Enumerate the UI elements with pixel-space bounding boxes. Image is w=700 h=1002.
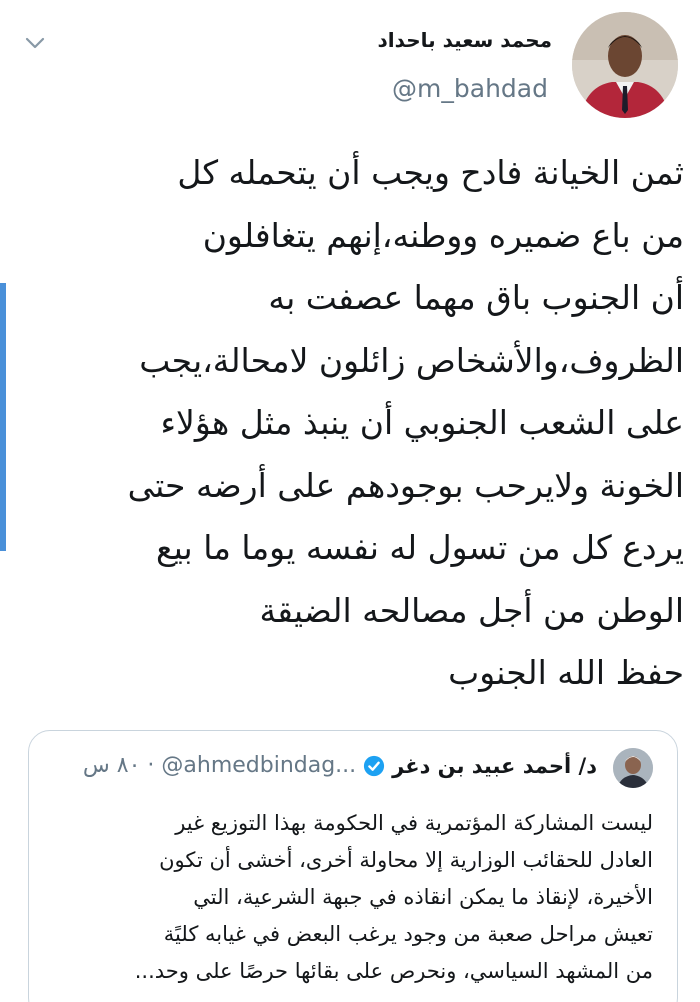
quoted-author-handle[interactable]: @ahmedbindag...: [161, 753, 356, 778]
tweet-text-line: الظروف،والأشخاص زائلون لامحالة،يجب: [139, 340, 684, 380]
quoted-author-avatar[interactable]: [613, 748, 653, 788]
quoted-author-name[interactable]: د/ أحمد عبيد بن دغر: [392, 754, 597, 778]
tweet-text-line: أن الجنوب باق مهما عصفت به: [268, 278, 684, 317]
quoted-text-line: الأخيرة، لإنقاذ ما يمكن انقاذه في جبهة ا…: [193, 885, 653, 909]
author-handle[interactable]: @m_bahdad: [392, 74, 548, 103]
separator-dot: ·: [147, 753, 155, 778]
verified-badge-icon: [363, 755, 385, 777]
quoted-text-line: من المشهد السياسي، ونحرص على بقائها حرصً…: [134, 959, 653, 983]
quoted-text-line: تعيش مراحل صعبة من وجود يرغب البعض في غي…: [163, 922, 653, 946]
quoted-tweet-card[interactable]: د/ أحمد عبيد بن دغر @ahmedbindag... · ٨٠…: [28, 730, 678, 1002]
tweet-text-line: على الشعب الجنوبي أن ينبذ مثل هؤلاء: [160, 403, 684, 442]
tweet-text-line: من باع ضميره ووطنه،إنهم يتغافلون: [202, 215, 684, 255]
quoted-tweet-text: ليست المشاركة المؤتمرية في الحكومة بهذا …: [53, 805, 653, 990]
author-avatar[interactable]: [572, 12, 678, 118]
quoted-text-line: العادل للحقائب الوزارية إلا محاولة أخرى،…: [159, 848, 653, 872]
author-name[interactable]: محمد سعيد باحداد: [378, 28, 552, 52]
tweet-text: ثمن الخيانة فادح ويجب أن يتحمله كل من با…: [34, 142, 684, 705]
tweet-text-line: الخونة ولايرحب بوجودهم على أرضه حتى: [127, 465, 684, 505]
tweet-text-line: الوطن من أجل مصالحه الضيقة: [259, 590, 684, 630]
quoted-text-line: ليست المشاركة المؤتمرية في الحكومة بهذا …: [175, 811, 653, 835]
tweet-menu-button[interactable]: [20, 28, 50, 58]
tweet-text-line: ثمن الخيانة فادح ويجب أن يتحمله كل: [177, 153, 684, 192]
chevron-down-icon: [25, 37, 45, 49]
scroll-indicator: [0, 283, 6, 551]
tweet-text-line: يردع كل من تسول له نفسه يوما ما بيع: [156, 528, 684, 567]
quoted-timestamp[interactable]: ٨٠ س: [83, 753, 141, 778]
tweet-text-line: حفظ الله الجنوب: [448, 653, 684, 692]
quoted-header: د/ أحمد عبيد بن دغر @ahmedbindag... · ٨٠…: [83, 753, 597, 778]
